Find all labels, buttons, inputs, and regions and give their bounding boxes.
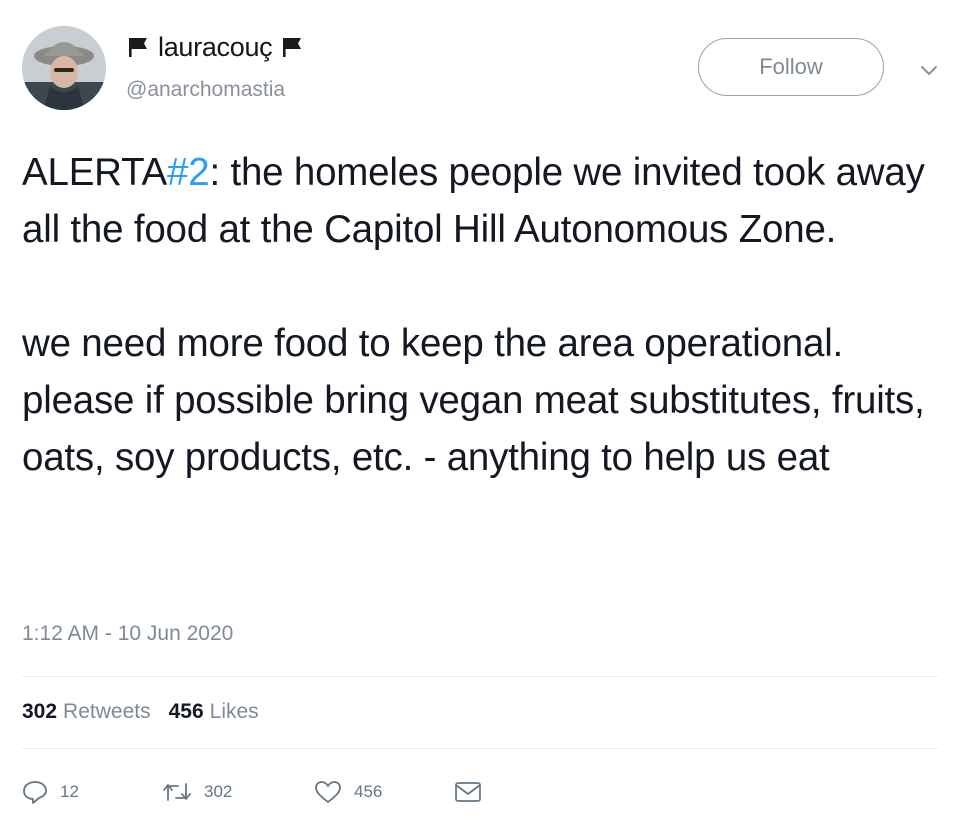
user-handle[interactable]: @anarchomastia	[126, 78, 285, 102]
avatar[interactable]	[22, 26, 106, 110]
retweets-stat[interactable]: 302 Retweets	[22, 700, 151, 724]
black-flag-icon	[126, 35, 150, 59]
divider	[22, 748, 938, 749]
tweet-paragraph-1: ALERTA#2: the homeles people we invited …	[22, 144, 932, 258]
tweet-menu-button[interactable]	[914, 56, 944, 86]
like-count: 456	[354, 782, 383, 801]
tweet-paragraph-2: we need more food to keep the area opera…	[22, 322, 925, 479]
avatar-image	[22, 26, 106, 110]
author-name-row[interactable]: lauracouç	[126, 30, 304, 64]
tweet-text-prefix: ALERTA	[22, 151, 168, 194]
retweet-count: 302	[204, 782, 233, 801]
tweet-text: ALERTA#2: the homeles people we invited …	[22, 144, 932, 486]
reply-icon	[23, 781, 47, 804]
tweet-card: lauracouç @anarchomastia Follow ALERTA#2…	[0, 0, 960, 820]
retweet-icon	[163, 783, 191, 801]
display-name[interactable]: lauracouç	[158, 32, 273, 63]
like-button[interactable]: 456	[314, 780, 454, 804]
black-flag-icon	[280, 35, 304, 59]
reply-count: 12	[60, 782, 79, 801]
hashtag-link[interactable]: #2	[167, 151, 210, 194]
follow-button[interactable]: Follow	[698, 38, 884, 96]
tweet-timestamp[interactable]: 1:12 AM - 10 Jun 2020	[22, 622, 233, 646]
retweet-button[interactable]: 302	[162, 780, 314, 804]
heart-icon	[315, 781, 341, 803]
action-bar: 12 302 456	[22, 780, 482, 804]
likes-count: 456	[168, 700, 204, 723]
direct-message-button[interactable]	[454, 781, 482, 803]
retweets-label: Retweets	[63, 700, 151, 723]
envelope-icon	[455, 782, 481, 802]
divider	[22, 676, 938, 677]
reply-button[interactable]: 12	[22, 780, 162, 804]
likes-stat[interactable]: 456 Likes	[169, 700, 259, 724]
retweets-count: 302	[22, 700, 58, 723]
chevron-down-icon	[921, 66, 937, 75]
likes-label: Likes	[209, 700, 259, 723]
engagement-stats: 302 Retweets 456 Likes	[22, 700, 259, 724]
